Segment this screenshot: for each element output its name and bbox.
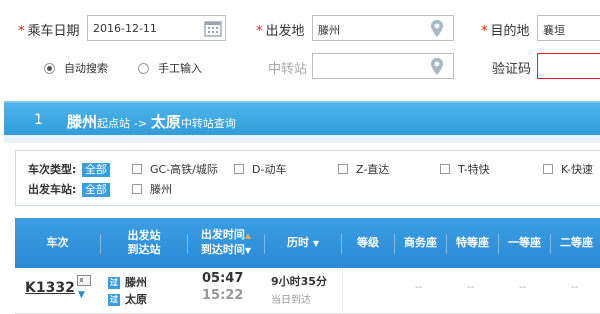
captcha-input[interactable] <box>537 53 600 79</box>
to-label: * 目的地 <box>481 24 530 39</box>
type-option-gc[interactable]: GC-高铁/城际 <box>132 161 218 177</box>
type-all-button[interactable]: 全部 <box>81 163 110 177</box>
station-label: 出发车站: <box>28 183 77 196</box>
pass-badge: 过 <box>108 294 120 306</box>
col-duration[interactable]: 历时 ▼ <box>265 218 341 268</box>
type-option-k[interactable]: K-快速 <box>543 161 593 177</box>
station-all-button[interactable]: 全部 <box>81 183 110 197</box>
to-station: 过太原 <box>108 293 147 306</box>
chevron-down-icon[interactable]: ▼ <box>78 290 85 300</box>
checkbox[interactable] <box>440 164 450 174</box>
station-option[interactable]: 滕州 <box>132 181 172 197</box>
from-station: 过滕州 <box>108 276 147 289</box>
pass-badge: 过 <box>108 277 120 289</box>
depart-time: 05:47 <box>202 271 244 286</box>
arrival-note: 当日到达 <box>271 295 311 306</box>
col-time[interactable]: 出发时间▲ 到达时间▼ <box>188 218 264 268</box>
train-number-link[interactable]: K1332 <box>25 280 75 296</box>
route-title-bar: 1 滕州起点站 -> 太原中转站查询 <box>4 101 600 135</box>
title-divider <box>4 135 600 143</box>
train-type-label: 车次类型: <box>28 163 77 176</box>
col-second: 二等座 <box>560 236 593 249</box>
table-row: K1332 ▼ 过滕州 过太原 05:47 15:22 9小时35分 当日到达 … <box>15 268 600 314</box>
arrive-time: 15:22 <box>202 288 244 303</box>
radio-manual-input[interactable]: 手工输入 <box>138 60 202 76</box>
radio-auto-search[interactable]: 自动搜索 <box>44 60 108 76</box>
second-class-seat: -- <box>571 282 579 293</box>
cell-divider <box>342 268 343 314</box>
location-pin-icon[interactable] <box>430 57 444 76</box>
first-class-seat: -- <box>519 282 527 293</box>
business-seat: -- <box>415 282 423 293</box>
route-index: 1 <box>34 112 43 128</box>
station-row: 出发车站: 全部 <box>28 181 114 197</box>
filter-panel: 车次类型: 全部 GC-高铁/城际 D-动车 Z-直达 T-特快 K-快速 出发… <box>15 150 600 206</box>
calendar-icon[interactable] <box>204 20 222 37</box>
checkbox[interactable] <box>543 164 553 174</box>
checkbox[interactable] <box>338 164 348 174</box>
type-option-d[interactable]: D-动车 <box>234 161 286 177</box>
type-option-t[interactable]: T-特快 <box>440 161 490 177</box>
col-business: 商务座 <box>404 236 437 249</box>
col-premium: 特等座 <box>456 236 489 249</box>
from-label: * 出发地 <box>256 24 305 39</box>
col-station: 出发站 到达站 <box>127 229 161 256</box>
col-first: 一等座 <box>508 236 541 249</box>
search-form: * 乘车日期 2016-12-11 * 出发地 滕州 * 目的地 襄垣 自动搜索 手工… <box>0 0 600 92</box>
duration: 9小时35分 <box>271 275 327 288</box>
col-train: 车次 <box>46 236 69 249</box>
checkbox[interactable] <box>132 164 142 174</box>
col-grade: 等级 <box>357 236 379 249</box>
checkbox[interactable] <box>234 164 244 174</box>
train-type-row: 车次类型: 全部 <box>28 161 114 177</box>
captcha-label: 验证码 <box>492 62 532 77</box>
date-label: * 乘车日期 <box>18 24 80 39</box>
id-card-icon[interactable] <box>77 275 91 286</box>
checkbox[interactable] <box>132 184 142 194</box>
premium-seat: -- <box>467 282 475 293</box>
route-title: 滕州起点站 -> 太原中转站查询 <box>67 113 236 131</box>
type-option-z[interactable]: Z-直达 <box>338 161 389 177</box>
radio-manual-dot[interactable] <box>138 63 149 74</box>
radio-auto-dot[interactable] <box>44 63 55 74</box>
location-pin-icon[interactable] <box>430 19 444 38</box>
transfer-label: 中转站 <box>268 62 308 77</box>
to-input[interactable]: 襄垣 <box>537 15 600 41</box>
results-table-header: 车次 出发站 到达站 出发时间▲ 到达时间▼ 历时 ▼ 等级 商务座 特等座 一… <box>15 218 600 268</box>
